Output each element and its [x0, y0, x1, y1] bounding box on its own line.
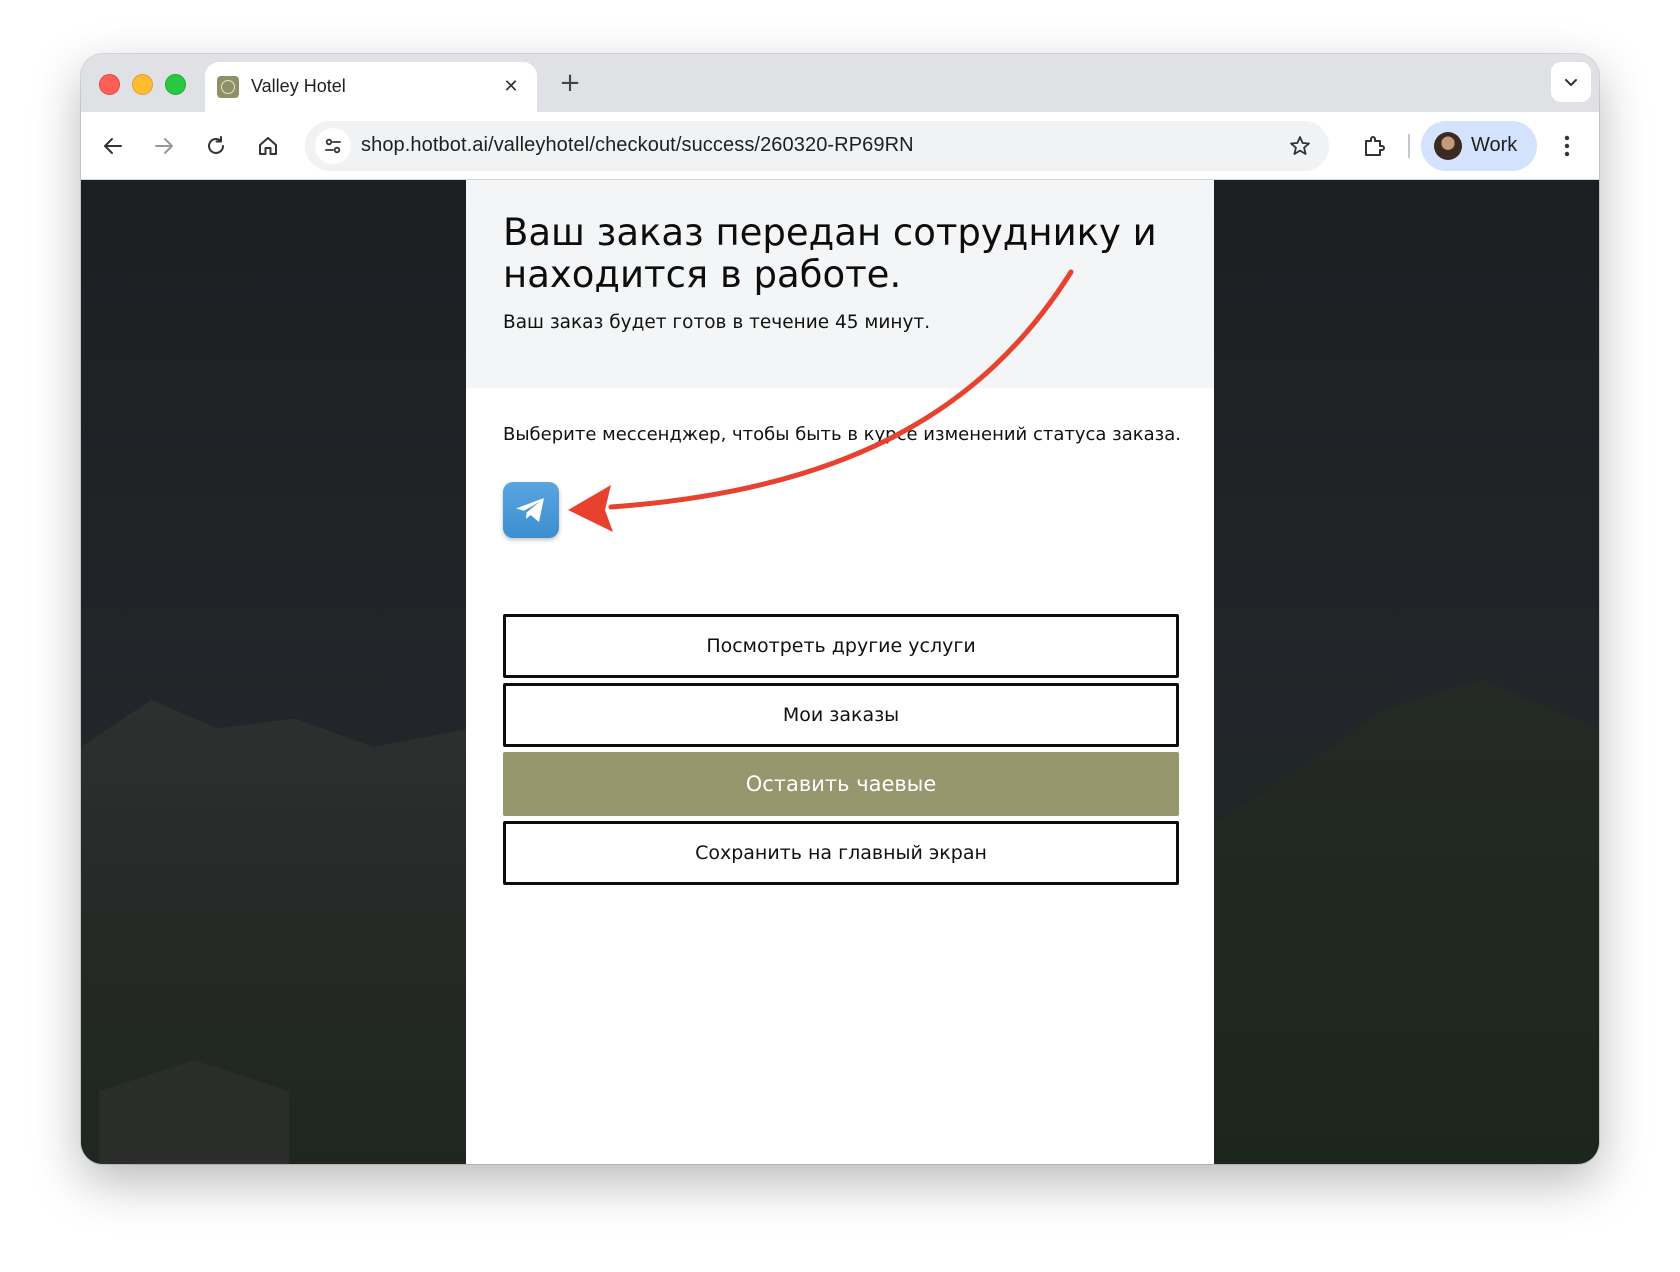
site-settings-icon[interactable]: [315, 128, 351, 164]
leave-tip-button[interactable]: Оставить чаевые: [503, 752, 1179, 816]
page-title: Ваш заказ передан сотруднику и находится…: [503, 211, 1157, 296]
home-icon[interactable]: [248, 126, 288, 166]
bookmark-star-icon[interactable]: [1283, 129, 1317, 163]
tab-valley-hotel[interactable]: Valley Hotel ✕: [205, 62, 537, 112]
address-bar[interactable]: shop.hotbot.ai/valleyhotel/checkout/succ…: [305, 121, 1329, 171]
my-orders-button[interactable]: Мои заказы: [503, 683, 1179, 747]
extensions-icon[interactable]: [1354, 126, 1394, 166]
minimize-window-button[interactable]: [132, 74, 153, 95]
toolbar-divider: [1408, 134, 1410, 158]
close-tab-icon[interactable]: ✕: [499, 74, 523, 98]
telegram-button[interactable]: [503, 482, 559, 538]
more-menu-icon[interactable]: [1547, 126, 1587, 166]
profile-label: Work: [1471, 134, 1518, 156]
tab-strip: Valley Hotel ✕ +: [81, 54, 1599, 112]
maximize-window-button[interactable]: [165, 74, 186, 95]
add-to-home-screen-button[interactable]: Сохранить на главный экран: [503, 821, 1179, 885]
url-text[interactable]: shop.hotbot.ai/valleyhotel/checkout/succ…: [361, 134, 914, 157]
back-icon[interactable]: [93, 126, 133, 166]
new-tab-button[interactable]: +: [553, 66, 587, 100]
order-success-panel: Ваш заказ передан сотруднику и находится…: [466, 180, 1214, 1164]
avatar: [1434, 132, 1462, 160]
ready-time-text: Ваш заказ будет готов в течение 45 минут…: [503, 312, 931, 333]
panel-header: Ваш заказ передан сотруднику и находится…: [466, 180, 1214, 388]
browser-toolbar: shop.hotbot.ai/valleyhotel/checkout/succ…: [81, 112, 1599, 180]
messenger-prompt: Выберите мессенджер, чтобы быть в курсе …: [503, 424, 1181, 445]
page-viewport: Ваш заказ передан сотруднику и находится…: [81, 180, 1599, 1164]
telegram-icon: [516, 498, 544, 522]
forward-icon[interactable]: [144, 126, 184, 166]
other-services-button[interactable]: Посмотреть другие услуги: [503, 614, 1179, 678]
reload-icon[interactable]: [196, 126, 236, 166]
background-trees-right: [1209, 680, 1599, 1164]
favicon-icon: [217, 76, 239, 98]
tab-search-icon[interactable]: [1551, 62, 1591, 102]
close-window-button[interactable]: [99, 74, 120, 95]
tab-title: Valley Hotel: [251, 76, 346, 96]
browser-window: Valley Hotel ✕ + shop.hotbot.ai/valleyho…: [81, 54, 1599, 1164]
profile-button[interactable]: Work: [1421, 121, 1537, 171]
